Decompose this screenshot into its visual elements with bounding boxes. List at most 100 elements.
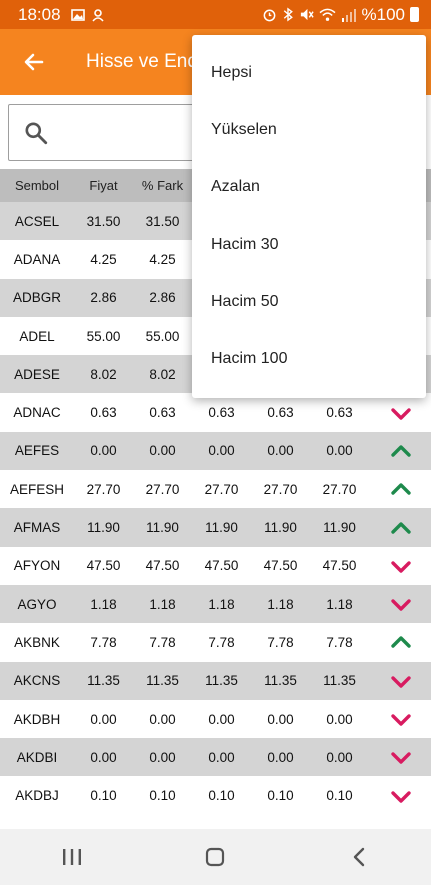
cell-value: 0.10 [267,788,294,804]
cell-symbol: AKDBH [13,711,61,727]
cell-value: 0.00 [208,443,235,459]
cell-value: 0.00 [326,749,353,765]
cell-value: 27.70 [86,481,121,497]
table-row[interactable]: ADNAC 0.63 0.63 0.63 0.63 0.63 [0,393,431,432]
cell-value: 4.25 [90,251,117,267]
search-icon [25,121,48,144]
cell-value: 11.35 [87,673,120,689]
system-back-button[interactable] [329,829,389,885]
cell-value: 0.00 [90,711,117,727]
menu-item-volume-30[interactable]: Hacim 30 [192,216,426,273]
chevron-down-icon [369,748,431,766]
cell-value: 47.50 [263,558,298,574]
back-button[interactable] [10,38,58,86]
menu-item-volume-50[interactable]: Hacim 50 [192,273,426,330]
menu-item-all[interactable]: Hepsi [192,44,426,101]
home-button[interactable] [185,829,245,885]
cell-value: 2.86 [90,290,117,306]
cell-value: 0.00 [267,443,294,459]
status-bar: 18:08 %100 [0,0,431,29]
chevron-down-icon [369,672,431,690]
cell-value: 0.63 [267,405,294,421]
cell-value: 0.00 [326,711,353,727]
cell-value: 0.00 [90,749,117,765]
wifi-icon [319,8,336,21]
cell-value: 11.90 [323,520,356,536]
table-row[interactable]: AFMAS 11.90 11.90 11.90 11.90 11.90 [0,508,431,547]
cell-value: 7.78 [149,634,176,650]
alarm-icon [263,9,275,22]
cell-symbol: AEFES [14,443,60,459]
cell-symbol: ADBGR [12,290,61,306]
table-row[interactable]: AFYON 47.50 47.50 47.50 47.50 47.50 [0,546,431,585]
cell-symbol: ADANA [13,251,61,267]
cell-symbol: AFMAS [13,520,61,536]
chevron-left-icon [353,847,365,867]
chevron-down-icon [369,404,431,422]
cell-value: 55.00 [86,328,121,344]
filter-dropdown-menu: Hepsi Yükselen Azalan Hacim 30 Hacim 50 … [192,35,426,398]
table-row[interactable]: AEFESH 27.70 27.70 27.70 27.70 27.70 [0,470,431,509]
cell-symbol: AKCNS [13,673,61,689]
table-row[interactable]: AEFES 0.00 0.00 0.00 0.00 0.00 [0,431,431,471]
table-row[interactable]: AKDBJ 0.10 0.10 0.10 0.10 0.10 [0,776,431,815]
cell-value: 47.50 [145,558,180,574]
menu-item-falling[interactable]: Azalan [192,159,426,216]
cell-value: 0.63 [149,405,176,421]
table-row[interactable]: AGYO 1.18 1.18 1.18 1.18 1.18 [0,584,431,624]
recent-apps-button[interactable] [42,829,102,885]
cell-value: 11.35 [264,673,297,689]
cell-value: 0.00 [208,749,235,765]
cell-value: 55.00 [145,328,180,344]
cell-value: 11.90 [205,520,238,536]
menu-item-volume-100[interactable]: Hacim 100 [192,330,426,387]
table-row[interactable]: AKBNK 7.78 7.78 7.78 7.78 7.78 [0,623,431,662]
battery-icon [410,7,419,22]
chevron-down-icon [369,710,431,728]
cell-symbol: ADNAC [13,405,61,421]
cell-value: 7.78 [90,634,117,650]
cell-value: 7.78 [326,634,353,650]
header-price[interactable]: Fiyat [74,178,133,193]
cell-value: 4.25 [149,251,176,267]
table-row[interactable]: AKDBI 0.00 0.00 0.00 0.00 0.00 [0,738,431,777]
cell-symbol: ADESE [14,366,60,382]
cell-value: 11.90 [87,520,120,536]
cell-value: 1.18 [208,596,235,612]
cell-symbol: AFYON [13,558,61,574]
cell-value: 0.10 [208,788,235,804]
cell-value: 11.35 [323,673,356,689]
table-row[interactable]: AKCNS 11.35 11.35 11.35 11.35 11.35 [0,661,431,700]
cell-value: 1.18 [149,596,176,612]
chevron-up-icon [369,519,431,537]
chevron-down-icon [369,595,431,613]
cell-symbol: AKBNK [14,634,60,650]
cell-value: 1.18 [267,596,294,612]
cell-value: 0.10 [90,788,117,804]
app-notification-icon [91,8,104,22]
cell-value: 0.00 [208,711,235,727]
cell-value: 27.70 [145,481,180,497]
cell-value: 0.00 [90,443,117,459]
header-change[interactable]: % Fark [133,178,192,193]
cell-value: 27.70 [204,481,239,497]
cell-value: 47.50 [322,558,357,574]
cell-value: 0.00 [326,443,353,459]
page-title: Hisse ve End [86,51,198,72]
signal-icon [341,8,356,22]
cell-value: 0.00 [267,749,294,765]
cell-value: 0.63 [90,405,117,421]
cell-value: 1.18 [326,596,353,612]
cell-value: 1.18 [90,596,117,612]
header-symbol[interactable]: Sembol [0,178,74,193]
cell-symbol: ACSEL [14,213,60,229]
table-row[interactable]: AKDBH 0.00 0.00 0.00 0.00 0.00 [0,699,431,739]
chevron-up-icon [369,442,431,460]
chevron-down-icon [369,557,431,575]
mute-icon [300,8,314,21]
cell-value: 2.86 [149,290,176,306]
cell-value: 11.90 [264,520,297,536]
cell-symbol: ADEL [19,328,55,344]
cell-value: 7.78 [208,634,235,650]
menu-item-rising[interactable]: Yükselen [192,101,426,158]
